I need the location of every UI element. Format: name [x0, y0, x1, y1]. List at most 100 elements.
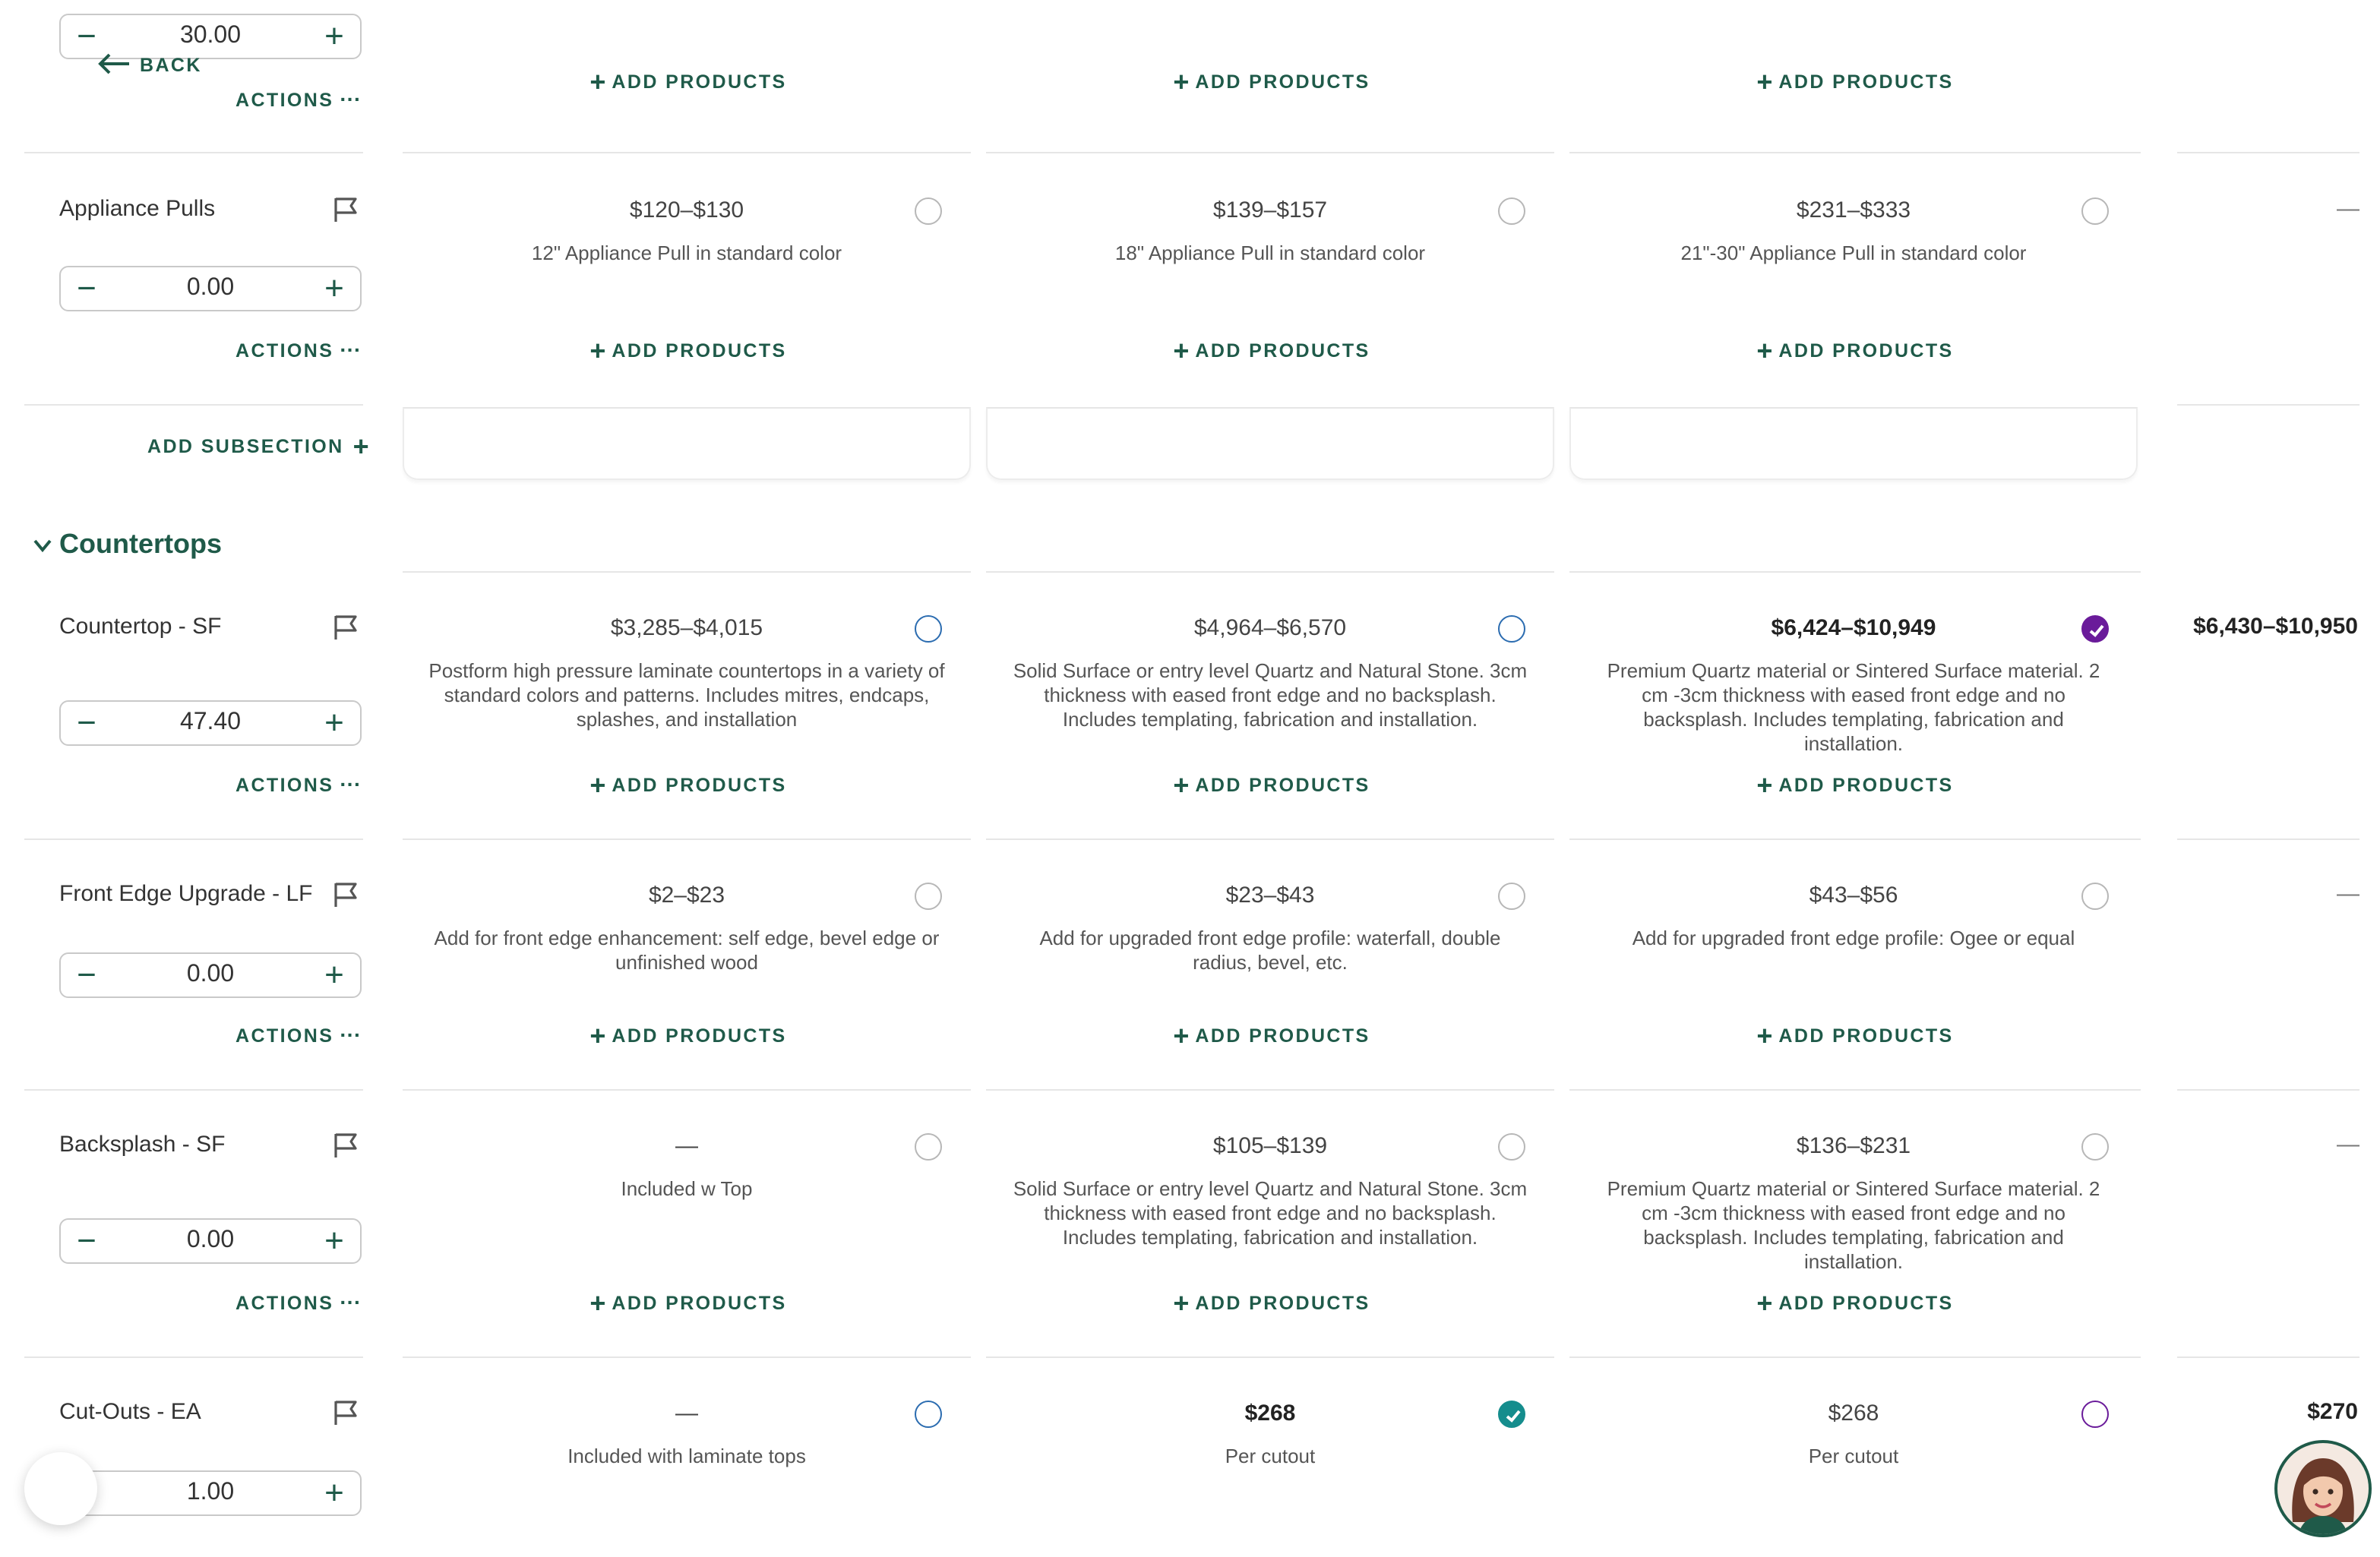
option-price: $2–$23 — [648, 883, 725, 908]
increment-button[interactable]: + — [311, 954, 357, 996]
add-products-button[interactable]: + ADD PRODUCTS — [986, 770, 1557, 802]
option-radio[interactable] — [915, 1401, 942, 1428]
option-description: 21"-30" Appliance Pull in standard color — [1680, 242, 2027, 264]
add-products-button[interactable]: + ADD PRODUCTS — [403, 770, 974, 802]
row-label: Backsplash - SF — [59, 1132, 226, 1157]
actions-menu-button[interactable]: ACTIONS ··· — [235, 1290, 361, 1314]
add-products-button[interactable]: + ADD PRODUCTS — [1569, 1021, 2141, 1053]
option-radio-selected[interactable] — [2081, 615, 2109, 643]
decrement-button[interactable]: − — [64, 1220, 109, 1262]
row-divider — [403, 1356, 971, 1358]
quantity-stepper[interactable]: − 47.40 + — [59, 700, 362, 746]
add-products-button[interactable]: + ADD PRODUCTS — [403, 67, 974, 99]
row-label: Front Edge Upgrade - LF — [59, 881, 313, 907]
decrement-button[interactable]: − — [64, 267, 109, 310]
quantity-value[interactable]: 0.00 — [106, 1220, 314, 1262]
check-icon — [1506, 1410, 1521, 1423]
actions-menu-button[interactable]: ACTIONS ··· — [235, 772, 361, 796]
flag-icon[interactable] — [333, 1399, 360, 1426]
row-divider — [2177, 839, 2359, 840]
add-products-button[interactable]: + ADD PRODUCTS — [1569, 336, 2141, 368]
assistant-avatar[interactable] — [2274, 1440, 2372, 1537]
option-radio[interactable] — [1498, 883, 1525, 910]
actions-menu-button[interactable]: ACTIONS ··· — [235, 337, 361, 362]
actions-label: ACTIONS — [235, 1293, 334, 1314]
option-radio[interactable] — [915, 615, 942, 643]
add-subsection-button[interactable]: ADD SUBSECTION + — [147, 431, 369, 463]
option-description: Solid Surface or entry level Quartz and … — [1013, 659, 1528, 731]
option-radio[interactable] — [915, 883, 942, 910]
quantity-stepper[interactable]: − 1.00 + — [59, 1470, 362, 1516]
decrement-button[interactable]: − — [64, 702, 109, 744]
increment-button[interactable]: + — [311, 1472, 357, 1514]
decrement-button[interactable]: − — [64, 15, 109, 58]
flag-icon[interactable] — [333, 614, 360, 641]
plus-icon: + — [589, 770, 606, 801]
add-products-button[interactable]: + ADD PRODUCTS — [986, 1021, 1557, 1053]
row-label: Countertop - SF — [59, 614, 222, 640]
plus-icon: + — [589, 336, 606, 366]
add-products-button[interactable]: + ADD PRODUCTS — [986, 1288, 1557, 1320]
option-radio[interactable] — [915, 197, 942, 225]
selected-total: $6,430–$10,950 — [2193, 614, 2358, 640]
more-dots-icon: ··· — [340, 1022, 362, 1047]
increment-button[interactable]: + — [311, 1220, 357, 1262]
option-price: $105–$139 — [1212, 1133, 1328, 1159]
section-title: Countertops — [59, 529, 222, 559]
quantity-value[interactable]: 30.00 — [106, 15, 314, 58]
flag-icon[interactable] — [333, 1132, 360, 1159]
row-divider — [2177, 152, 2359, 153]
increment-button[interactable]: + — [311, 702, 357, 744]
quantity-value[interactable]: 0.00 — [106, 954, 314, 996]
quantity-value[interactable]: 47.40 — [106, 702, 314, 744]
option-description: Add for upgraded front edge profile: Oge… — [1632, 927, 2075, 949]
add-products-button[interactable]: + ADD PRODUCTS — [1569, 770, 2141, 802]
quantity-value[interactable]: 0.00 — [106, 267, 314, 310]
option-radio[interactable] — [1498, 1133, 1525, 1161]
add-products-button[interactable]: + ADD PRODUCTS — [986, 336, 1557, 368]
row-divider — [403, 571, 971, 573]
option-radio[interactable] — [1498, 615, 1525, 643]
chevron-down-icon[interactable] — [32, 535, 53, 556]
option-description: Add for front edge enhancement: self edg… — [434, 927, 940, 974]
actions-menu-button[interactable]: ACTIONS ··· — [235, 1022, 361, 1047]
add-products-button[interactable]: + ADD PRODUCTS — [1569, 67, 2141, 99]
option-radio[interactable] — [1498, 197, 1525, 225]
back-button[interactable]: BACK — [97, 53, 202, 76]
flag-icon[interactable] — [333, 196, 360, 223]
add-products-button[interactable]: + ADD PRODUCTS — [403, 1021, 974, 1053]
quantity-stepper[interactable]: − 0.00 + — [59, 952, 362, 998]
row-divider — [403, 1089, 971, 1091]
decrement-button[interactable]: − — [64, 954, 109, 996]
increment-button[interactable]: + — [311, 267, 357, 310]
plus-icon: + — [589, 67, 606, 97]
quantity-stepper[interactable]: − 0.00 + — [59, 266, 362, 311]
quantity-value[interactable]: 1.00 — [106, 1472, 314, 1514]
increment-button[interactable]: + — [311, 15, 357, 58]
more-dots-icon: ··· — [340, 337, 362, 362]
row-divider — [1569, 1356, 2141, 1358]
option-description: Included w Top — [621, 1177, 753, 1200]
plus-icon: + — [352, 431, 369, 462]
add-products-button[interactable]: + ADD PRODUCTS — [986, 67, 1557, 99]
option-radio[interactable] — [2081, 1401, 2109, 1428]
option-radio-selected[interactable] — [1498, 1401, 1525, 1428]
option-radio[interactable] — [2081, 197, 2109, 225]
add-products-button[interactable]: + ADD PRODUCTS — [403, 336, 974, 368]
actions-label: ACTIONS — [235, 340, 334, 362]
quantity-stepper[interactable]: − 0.00 + — [59, 1218, 362, 1264]
option-radio[interactable] — [915, 1133, 942, 1161]
option-radio[interactable] — [2081, 883, 2109, 910]
more-dots-icon: ··· — [340, 1290, 362, 1314]
option-price: $3,285–$4,015 — [610, 615, 763, 641]
row-divider — [2177, 1356, 2359, 1358]
add-products-button[interactable]: + ADD PRODUCTS — [403, 1288, 974, 1320]
option-description: Premium Quartz material or Sintered Surf… — [1607, 659, 2100, 755]
plus-icon: + — [1756, 67, 1773, 97]
quantity-stepper[interactable]: − 30.00 + — [59, 14, 362, 59]
option-radio[interactable] — [2081, 1133, 2109, 1161]
actions-menu-button[interactable]: ACTIONS ··· — [235, 87, 361, 111]
flag-icon[interactable] — [333, 881, 360, 908]
add-products-button[interactable]: + ADD PRODUCTS — [1569, 1288, 2141, 1320]
floating-action-button[interactable] — [24, 1452, 97, 1525]
